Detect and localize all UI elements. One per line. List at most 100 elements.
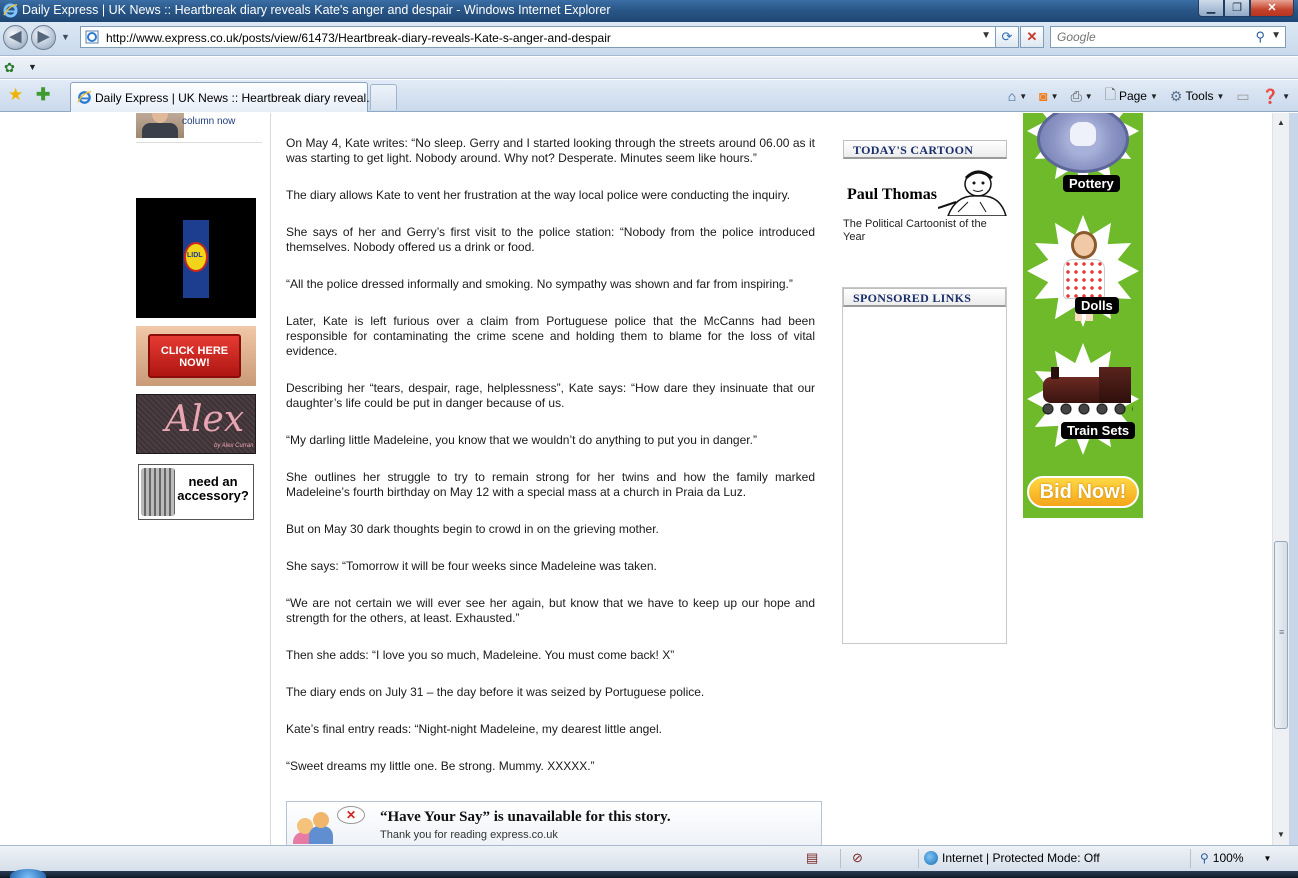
dolls-link[interactable]: Dolls	[1075, 297, 1119, 314]
zoom-level: 100%	[1212, 851, 1244, 865]
search-box[interactable]: ⚲ ▼	[1050, 26, 1286, 48]
tools-menu-label: Tools	[1185, 89, 1214, 103]
chevron-down-icon: ▼	[1282, 91, 1290, 101]
doll-dress	[1063, 259, 1105, 299]
bid-now-button[interactable]: Bid Now!	[1027, 476, 1139, 508]
chevron-down-icon: ▼	[1050, 91, 1059, 101]
maximize-button[interactable]: ❐	[1224, 0, 1250, 17]
scrollbar-thumb[interactable]: ≡	[1274, 541, 1288, 729]
alex-ad-subtitle: by Alex Curran	[214, 443, 254, 449]
alex-ad[interactable]: Alex by Alex Curran	[136, 394, 256, 454]
close-window-button[interactable]: ✕	[1250, 0, 1294, 17]
minimize-button[interactable]: ▁	[1198, 0, 1224, 17]
command-bar: ⌂ ▼ ◙ ▼ ⎙ ▼ 🗋 Page ▼ ⚙ Tools ▼ ▭ ❓ ▼	[1004, 86, 1294, 106]
ie-logo-icon	[3, 3, 18, 18]
article-paragraph: She outlines her struggle to try to rema…	[286, 470, 815, 499]
home-icon: ⌂	[1007, 88, 1017, 104]
research-button[interactable]: ▭	[1232, 86, 1253, 106]
window-title-bar[interactable]: Daily Express | UK News :: Heartbreak di…	[0, 0, 1298, 22]
feeds-button[interactable]: ◙ ▼	[1035, 86, 1062, 106]
recent-pages-chevron-down-icon[interactable]: ▼	[61, 32, 70, 42]
sponsored-links-box: SPONSORED LINKS	[842, 287, 1007, 644]
article-paragraph: She says of her and Gerry’s first visit …	[286, 225, 815, 254]
refresh-button[interactable]: ⟳	[995, 26, 1019, 48]
tools-menu[interactable]: ⚙ Tools ▼	[1166, 86, 1229, 106]
favorites-star-icon[interactable]: ★	[8, 85, 23, 105]
web-slice-icon[interactable]: ✿	[4, 60, 15, 76]
help-button[interactable]: ❓ ▼	[1258, 86, 1294, 106]
tab-label: Daily Express | UK News :: Heartbreak di…	[95, 91, 377, 105]
train-sets-link[interactable]: Train Sets	[1061, 422, 1136, 439]
scroll-down-arrow-icon[interactable]: ▼	[1273, 827, 1289, 843]
article-paragraph: “We are not certain we will ever see her…	[286, 596, 815, 625]
status-bar: ▤ ⊘ Internet | Protected Mode: Off ⚲ 100…	[0, 845, 1298, 871]
train-image	[1035, 363, 1133, 421]
scroll-up-arrow-icon[interactable]: ▲	[1273, 115, 1289, 131]
have-your-say-subtext: Thank you for reading express.co.uk	[380, 829, 558, 841]
links-bar: ✿ ▼	[0, 57, 1298, 79]
stop-button[interactable]: ✕	[1020, 26, 1044, 48]
forward-button[interactable]: ▶	[31, 25, 56, 50]
zoom-chevron-down-icon: ▼	[1263, 853, 1272, 863]
page-status-icon[interactable]: ▤	[806, 850, 818, 866]
article-paragraph: “My darling little Madeleine, you know t…	[286, 433, 757, 447]
todays-cartoon-box[interactable]: TODAY'S CARTOON Paul Thomas The Politica…	[843, 140, 1007, 243]
columnist-label[interactable]: column now	[182, 116, 235, 127]
security-zone[interactable]: Internet | Protected Mode: Off	[924, 851, 1100, 865]
new-tab-button[interactable]	[370, 84, 397, 110]
click-here-button[interactable]: CLICK HERE NOW!	[148, 334, 241, 378]
window-frame	[1289, 113, 1298, 845]
chevron-down-icon: ▼	[1019, 91, 1028, 101]
sponsored-links-heading: SPONSORED LINKS	[843, 288, 1006, 307]
add-favorites-icon[interactable]: ✚	[36, 85, 50, 105]
url-text[interactable]: http://www.express.co.uk/posts/view/6147…	[106, 31, 611, 45]
address-bar[interactable]: http://www.express.co.uk/posts/view/6147…	[80, 26, 996, 48]
tab-daily-express[interactable]: Daily Express | UK News :: Heartbreak di…	[70, 82, 376, 112]
article-paragraph: Describing her “tears, despair, rage, he…	[286, 381, 815, 410]
article-paragraph: The diary allows Kate to vent her frustr…	[286, 188, 791, 202]
pottery-link[interactable]: Pottery	[1063, 175, 1120, 192]
article-paragraph: Then she adds: “I love you so much, Made…	[286, 648, 675, 662]
unavailable-icon: ✕	[337, 806, 365, 824]
page-icon: 🗋	[1104, 86, 1116, 102]
article-paragraph: Kate’s final entry reads: “Night-night M…	[286, 722, 662, 736]
page-viewport: column now LIDL CLICK HERE NOW! Alex by …	[0, 113, 1272, 845]
article-paragraph: The diary ends on July 31 – the day befo…	[286, 685, 705, 699]
window-title: Daily Express | UK News :: Heartbreak di…	[22, 3, 611, 17]
columnist-link[interactable]: column now	[136, 113, 262, 143]
accessory-ad[interactable]: need an accessory?	[138, 464, 254, 520]
pottery-plate-image	[1037, 113, 1129, 173]
search-input[interactable]	[1051, 27, 1251, 47]
people-icon	[293, 808, 337, 844]
popup-blocked-icon[interactable]: ⊘	[852, 850, 863, 866]
accessory-ad-text: need an accessory?	[177, 474, 249, 503]
links-chevron-down-icon[interactable]: ▼	[28, 62, 37, 72]
vertical-scrollbar[interactable]: ▲ ≡ ▼	[1272, 113, 1289, 845]
search-options-chevron-down-icon[interactable]: ▼	[1271, 30, 1281, 41]
chevron-down-icon: ▼	[1084, 91, 1093, 101]
address-dropdown-chevron-down-icon[interactable]: ▼	[981, 30, 991, 41]
zoom-control[interactable]: ⚲ 100% ▼	[1200, 851, 1271, 865]
chevron-down-icon: ▼	[1216, 91, 1225, 101]
search-icon[interactable]: ⚲	[1255, 29, 1265, 45]
article-paragraph: On May 4, Kate writes: “No sleep. Gerry …	[286, 136, 815, 165]
cartoonist-caricature-icon	[938, 170, 1007, 216]
help-icon: ❓	[1261, 87, 1280, 104]
click-here-ad[interactable]: CLICK HERE NOW!	[136, 326, 256, 386]
page-menu-label: Page	[1118, 89, 1147, 103]
print-button[interactable]: ⎙ ▼	[1067, 86, 1097, 106]
start-button[interactable]	[10, 869, 46, 878]
article-paragraph: But on May 30 dark thoughts begin to cro…	[286, 522, 659, 536]
back-button[interactable]: ◀	[3, 25, 28, 50]
ie-page-icon	[77, 91, 92, 104]
tab-bar: ★ ✚ Daily Express | UK News :: Heartbrea…	[0, 80, 1298, 112]
cartoonist-description: The Political Cartoonist of the Year	[843, 218, 987, 243]
page-menu[interactable]: 🗋 Page ▼	[1101, 86, 1162, 106]
column-divider	[270, 113, 271, 845]
lidl-ad[interactable]: LIDL	[136, 198, 256, 318]
article-body: On May 4, Kate writes: “No sleep. Gerry …	[286, 136, 815, 796]
home-button[interactable]: ⌂ ▼	[1004, 86, 1031, 106]
cartoonist-name[interactable]: Paul Thomas	[847, 186, 937, 204]
security-zone-label: Internet | Protected Mode: Off	[942, 851, 1100, 865]
auction-ad[interactable]: Pottery Dolls Train Sets Bid Now!	[1023, 113, 1143, 518]
